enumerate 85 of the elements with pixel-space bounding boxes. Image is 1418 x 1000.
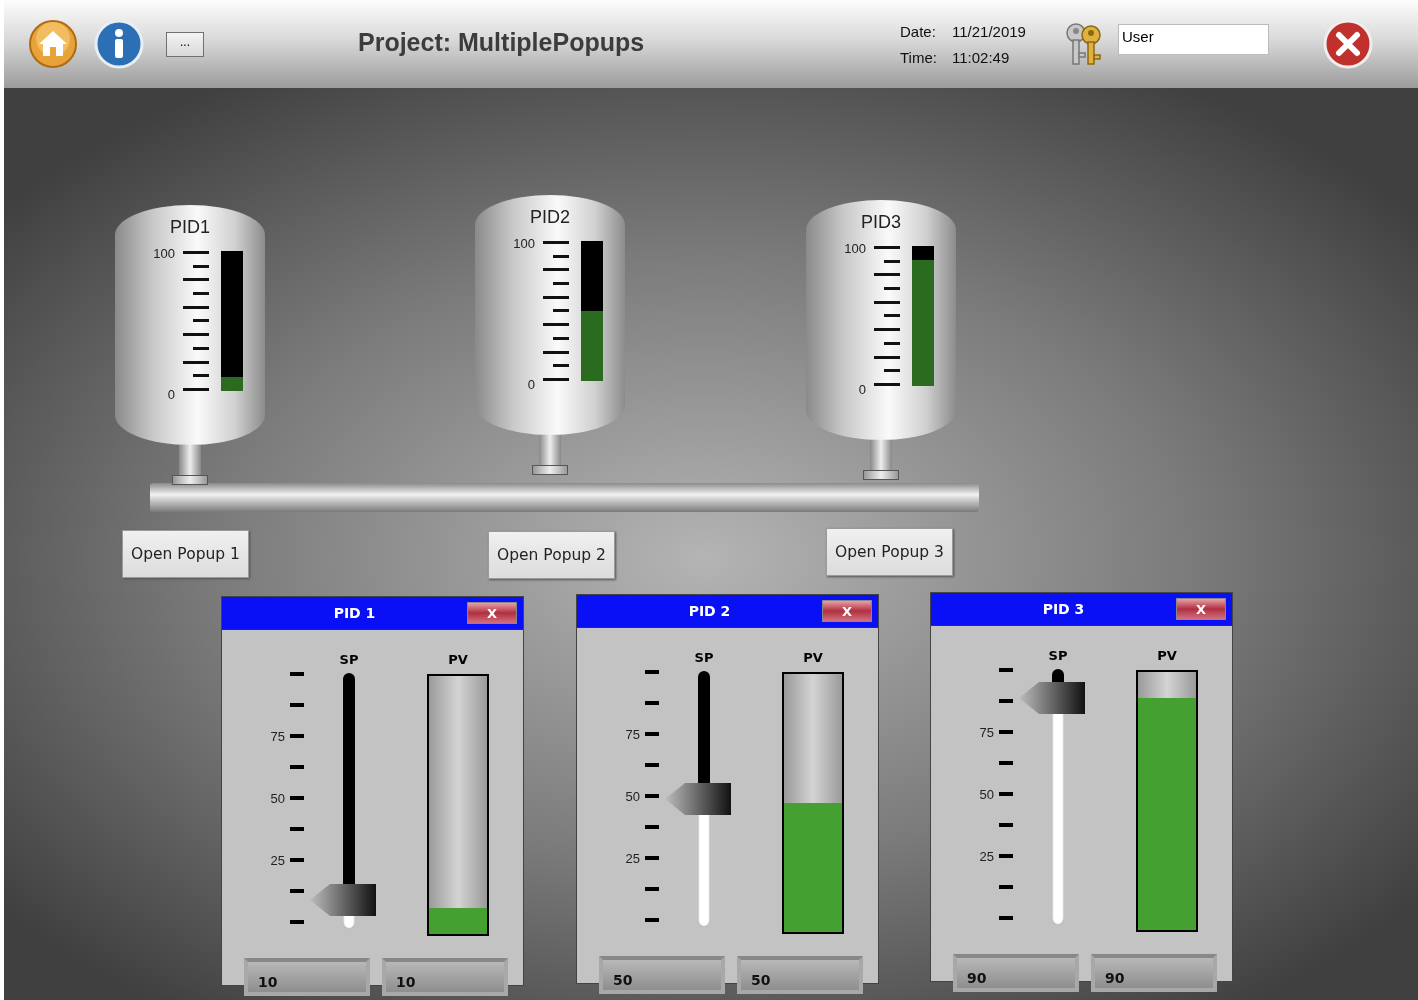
pipe-flange xyxy=(863,470,899,480)
home-icon[interactable] xyxy=(28,19,78,69)
scale-tick xyxy=(290,827,304,831)
tank-label: PID2 xyxy=(529,207,571,229)
scale-tick xyxy=(999,823,1013,827)
scale-tick xyxy=(999,854,1013,858)
sp-value-field[interactable]: 90 xyxy=(953,954,1079,992)
project-title: Project: MultiplePopups xyxy=(358,27,646,57)
close-button[interactable]: X xyxy=(822,600,872,622)
pv-label: PV xyxy=(448,652,468,669)
date-value: 11/21/2019 xyxy=(952,22,1026,40)
scale-tick xyxy=(290,672,304,676)
user-field[interactable]: User xyxy=(1117,23,1269,55)
scale-tick xyxy=(645,856,659,860)
scale-tick xyxy=(999,699,1013,703)
pv-value-field: 90 xyxy=(1091,954,1217,992)
scale-label: 100 xyxy=(844,241,866,256)
close-button[interactable]: X xyxy=(467,602,517,624)
scale-tick xyxy=(645,732,659,736)
popup-title: PID 3 xyxy=(1041,601,1086,617)
scale-label: 25 xyxy=(979,848,994,864)
scale-tick xyxy=(999,916,1013,920)
slider-thumb[interactable] xyxy=(1019,681,1085,714)
scale-tick xyxy=(645,701,659,705)
scale-tick xyxy=(290,889,304,893)
sp-value-field[interactable]: 50 xyxy=(599,956,725,994)
date-label: Date: xyxy=(900,22,937,40)
time-value: 11:02:49 xyxy=(952,48,1011,66)
scale-tick xyxy=(999,792,1013,796)
pipe-flange xyxy=(532,465,568,475)
tank-label: PID1 xyxy=(169,217,211,239)
tank-stem xyxy=(870,440,892,470)
scale-tick xyxy=(999,730,1013,734)
scale-tick xyxy=(999,885,1013,889)
scale-tick xyxy=(290,920,304,924)
pv-value-field: 50 xyxy=(737,956,863,994)
popup-title: PID 1 xyxy=(332,605,377,621)
scale-label: 75 xyxy=(979,724,994,740)
sp-label: SP xyxy=(1048,648,1068,665)
close-icon[interactable] xyxy=(1322,19,1373,69)
scale-label: 50 xyxy=(270,790,285,806)
scale-tick xyxy=(645,670,659,674)
scale-tick xyxy=(645,918,659,922)
pipe-flange xyxy=(172,475,208,485)
scale-tick xyxy=(645,887,659,891)
close-button[interactable]: X xyxy=(1176,598,1226,620)
scale-tick xyxy=(999,761,1013,765)
scale-tick xyxy=(290,734,304,738)
scale-label: 75 xyxy=(270,728,285,744)
scale-tick xyxy=(290,765,304,769)
popup-title: PID 2 xyxy=(687,603,732,619)
scale-tick xyxy=(645,825,659,829)
scale-tick xyxy=(290,858,304,862)
pv-value-field: 10 xyxy=(382,958,508,996)
sp-value-field[interactable]: 10 xyxy=(244,958,370,996)
info-icon[interactable] xyxy=(94,19,144,69)
tank-label: PID3 xyxy=(860,212,902,234)
scale-label: 0 xyxy=(167,387,175,402)
time-label: Time: xyxy=(900,48,938,66)
scale-tick xyxy=(999,668,1013,672)
scale-label: 50 xyxy=(625,788,640,804)
tank-stem xyxy=(539,435,561,465)
scale-tick xyxy=(290,796,304,800)
open-popup-button[interactable]: Open Popup 1 xyxy=(122,530,249,578)
scale-label: 100 xyxy=(153,246,175,261)
pv-label: PV xyxy=(803,650,823,667)
scale-label: 0 xyxy=(858,382,866,397)
scale-label: 75 xyxy=(625,726,640,742)
scale-label: 25 xyxy=(625,850,640,866)
scale-label: 100 xyxy=(513,236,535,251)
sp-label: SP xyxy=(694,650,714,667)
open-popup-button[interactable]: Open Popup 3 xyxy=(826,528,953,576)
scale-tick xyxy=(290,703,304,707)
scale-label: 0 xyxy=(527,377,535,392)
more-button[interactable]: ... xyxy=(166,31,204,57)
scale-label: 50 xyxy=(979,786,994,802)
sp-label: SP xyxy=(339,652,359,669)
slider-thumb[interactable] xyxy=(310,884,376,917)
scale-label: 25 xyxy=(270,852,285,868)
pv-label: PV xyxy=(1157,648,1177,665)
open-popup-button[interactable]: Open Popup 2 xyxy=(488,531,615,579)
slider-thumb[interactable] xyxy=(665,783,731,815)
scale-tick xyxy=(645,794,659,798)
scale-tick xyxy=(645,763,659,767)
tank-stem xyxy=(179,445,201,475)
